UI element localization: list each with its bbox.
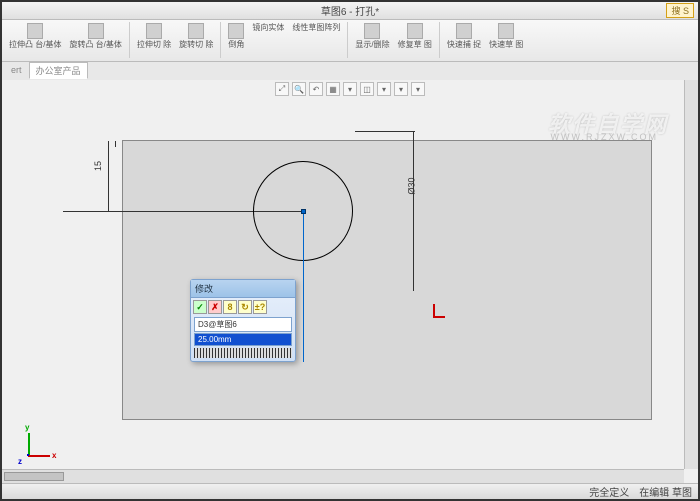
dim-arrow [115, 141, 116, 147]
zoom-fit-icon[interactable]: ⤢ [275, 82, 289, 96]
mirror-button[interactable]: 镜向实体 [249, 22, 287, 33]
ribbon-toolbar: 拉伸凸 台/基体 旋转凸 台/基体 拉伸切 除 旋转切 除 倒角 镜向实体 线性… [2, 20, 698, 62]
display-icon [364, 23, 380, 39]
tab-ert[interactable]: ert [4, 63, 29, 77]
dialog-buttons: ✓ ✗ 8 ↻ ±? [191, 298, 295, 316]
separator [347, 22, 348, 58]
title-bar: 草图6 - 打孔* 搜 S [2, 2, 698, 20]
horizontal-scrollbar[interactable] [2, 469, 684, 483]
quick-sketch-button[interactable]: 快速草 图 [486, 22, 526, 50]
z-axis-icon [27, 454, 29, 456]
dialog-title[interactable]: 修改 [191, 280, 295, 298]
zoom-area-icon[interactable]: 🔍 [292, 82, 306, 96]
status-bar: 完全定义 在编辑 草图 [2, 483, 698, 499]
z-label: z [18, 457, 22, 466]
search-box[interactable]: 搜 S [666, 3, 694, 18]
modify-dialog[interactable]: 修改 ✓ ✗ 8 ↻ ±? D3@草图6 25.00mm [190, 279, 296, 362]
separator [439, 22, 440, 58]
vertical-scrollbar[interactable] [684, 80, 698, 469]
chamfer-button[interactable]: 倒角 [225, 22, 247, 50]
dimension-15[interactable]: 15 [93, 161, 103, 171]
extrude-boss-button[interactable]: 拉伸凸 台/基体 [6, 22, 64, 50]
dim-extension-d [413, 131, 414, 291]
display-delete-button[interactable]: 显示/删除 [352, 22, 392, 50]
value-slider[interactable] [194, 348, 292, 358]
view-orient-icon[interactable]: ▾ [343, 82, 357, 96]
quick-snap-button[interactable]: 快速捕 捉 [444, 22, 484, 50]
snap-icon [456, 23, 472, 39]
linear-pattern-button[interactable]: 线性草图阵列 [289, 22, 343, 33]
rebuild-button[interactable]: 8 [223, 300, 237, 314]
repair-icon [407, 23, 423, 39]
separator [129, 22, 130, 58]
x-axis-icon [28, 455, 50, 457]
dimension-value-field[interactable]: 25.00mm [194, 333, 292, 346]
prev-view-icon[interactable]: ↶ [309, 82, 323, 96]
tab-office-products[interactable]: 办公室产品 [29, 62, 88, 79]
display-style-icon[interactable]: ◫ [360, 82, 374, 96]
scroll-thumb[interactable] [4, 472, 64, 481]
reverse-button[interactable]: ↻ [238, 300, 252, 314]
status-definition: 完全定义 [589, 484, 629, 499]
extrude-icon [27, 23, 43, 39]
spin-button[interactable]: ±? [253, 300, 267, 314]
separator [220, 22, 221, 58]
view-settings-icon[interactable]: ▾ [411, 82, 425, 96]
section-view-icon[interactable]: ▦ [326, 82, 340, 96]
ok-button[interactable]: ✓ [193, 300, 207, 314]
cut-icon [146, 23, 162, 39]
status-editing: 在编辑 草图 [639, 484, 692, 499]
sketch-icon [498, 23, 514, 39]
dim-line-d [355, 131, 415, 132]
x-label: x [52, 451, 56, 460]
cancel-button[interactable]: ✗ [208, 300, 222, 314]
scene-icon[interactable]: ▾ [394, 82, 408, 96]
document-title: 草图6 - 打孔* [321, 3, 379, 18]
extrude-cut-button[interactable]: 拉伸切 除 [134, 22, 174, 50]
hide-show-icon[interactable]: ▾ [377, 82, 391, 96]
revolve-cut-icon [188, 23, 204, 39]
repair-sketch-button[interactable]: 修复草 图 [395, 22, 435, 50]
y-label: y [25, 423, 29, 432]
dim-extension-line [108, 141, 109, 211]
inference-line [303, 214, 304, 362]
chamfer-icon [228, 23, 244, 39]
revolve-boss-button[interactable]: 旋转凸 台/基体 [66, 22, 124, 50]
tab-bar: ert 办公室产品 [2, 62, 698, 78]
dimension-diameter[interactable]: Ø30 [407, 177, 417, 194]
y-axis-icon [28, 433, 30, 455]
revolve-cut-button[interactable]: 旋转切 除 [176, 22, 216, 50]
origin-x-icon [433, 316, 445, 318]
origin-y-icon [433, 304, 435, 316]
dimension-name-field[interactable]: D3@草图6 [194, 317, 292, 332]
view-toolbar: ⤢ 🔍 ↶ ▦ ▾ ◫ ▾ ▾ ▾ [273, 80, 427, 98]
watermark-url: WWW.RJZXW.COM [551, 132, 658, 142]
revolve-icon [88, 23, 104, 39]
